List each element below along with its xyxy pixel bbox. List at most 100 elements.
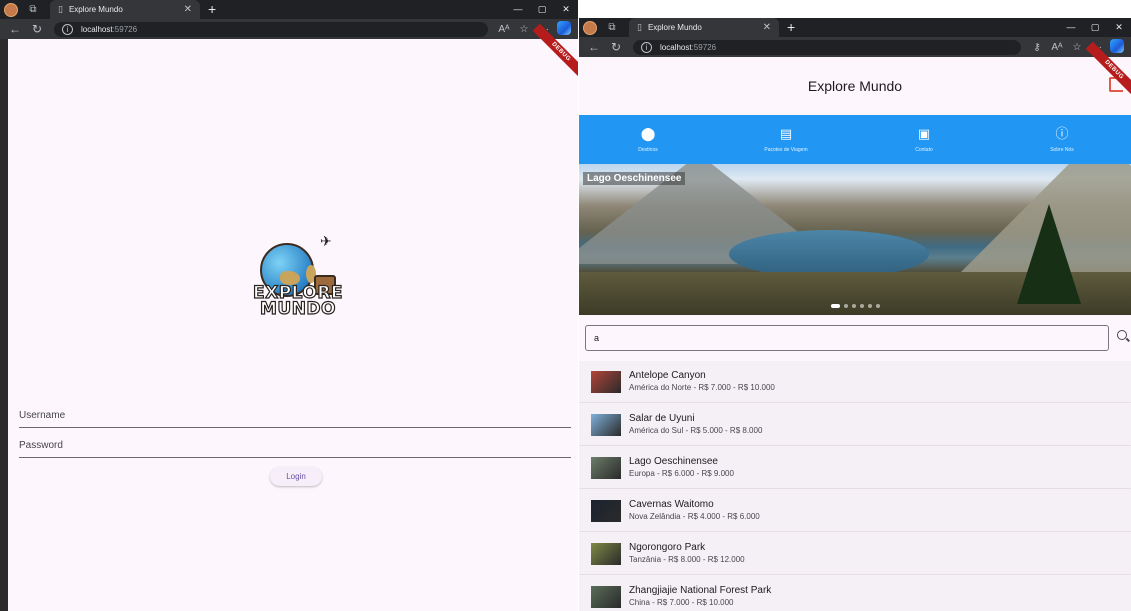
copilot-icon[interactable] xyxy=(554,20,574,38)
list-item[interactable]: Antelope Canyon América do Norte - R$ 7.… xyxy=(579,361,1131,402)
reload-icon[interactable]: ↻ xyxy=(26,22,48,36)
logo-wordmark: EXPLORE MUNDO xyxy=(248,284,348,319)
read-aloud-icon[interactable]: Aᴬ xyxy=(494,24,514,35)
copilot-icon[interactable] xyxy=(1107,38,1127,56)
destination-name: Ngorongoro Park xyxy=(629,542,706,553)
url-port: :59726 xyxy=(112,24,138,34)
list-item[interactable]: Salar de Uyuni América do Sul - R$ 5.000… xyxy=(579,404,1131,445)
nav-sobre-nos[interactable]: ⓘ Sobre Nós xyxy=(993,115,1131,164)
logo-line-2: MUNDO xyxy=(259,299,336,319)
favorite-star-icon[interactable]: ☆ xyxy=(1067,42,1087,53)
browser-tab-strip: ⧉ ▯ Explore Mundo ✕ + — ▢ ✕ xyxy=(579,18,1131,37)
destination-name: Antelope Canyon xyxy=(629,370,706,381)
window-controls: — ▢ ✕ xyxy=(1059,22,1131,33)
search-input[interactable]: a xyxy=(585,325,1109,351)
address-bar[interactable]: i localhost :59726 xyxy=(54,21,488,37)
destination-name: Lago Oeschinensee xyxy=(629,456,718,467)
carousel-dot[interactable] xyxy=(852,304,856,308)
home-screen: Explore Mundo DEBUG ⬤ Destinos ▤ Pacotes… xyxy=(579,41,1131,611)
profile-avatar-icon[interactable] xyxy=(579,18,601,37)
login-button[interactable]: Login xyxy=(270,467,322,486)
destination-thumbnail xyxy=(591,499,621,522)
briefcase-icon: ▤ xyxy=(779,126,793,141)
destination-carousel[interactable]: Lago Oeschinensee xyxy=(579,164,1131,315)
new-tab-button[interactable]: + xyxy=(787,18,795,37)
login-screen: DEBUG ✈ EXPLORE MUNDO Username Password … xyxy=(0,23,578,611)
carousel-dot[interactable] xyxy=(868,304,872,308)
site-info-icon[interactable]: i xyxy=(641,41,652,53)
reload-icon[interactable]: ↻ xyxy=(605,40,627,54)
close-tab-icon[interactable]: ✕ xyxy=(763,22,771,33)
url-host: localhost xyxy=(81,24,113,34)
page-icon: ▯ xyxy=(637,22,642,32)
carousel-dot[interactable] xyxy=(831,304,840,308)
favorite-star-icon[interactable]: ☆ xyxy=(514,24,534,35)
destination-list: Antelope Canyon América do Norte - R$ 7.… xyxy=(579,361,1131,611)
tab-title: Explore Mundo xyxy=(68,5,123,14)
destination-details: América do Sul - R$ 5.000 - R$ 8.000 xyxy=(629,426,763,435)
close-window-icon[interactable]: ✕ xyxy=(1107,22,1131,33)
username-label: Username xyxy=(19,410,66,421)
profile-avatar-icon[interactable] xyxy=(0,0,22,19)
nav-label: Pacotes de Viagem xyxy=(764,147,808,153)
destination-details: América do Norte - R$ 7.000 - R$ 10.000 xyxy=(629,383,775,392)
carousel-dot[interactable] xyxy=(844,304,848,308)
contact-card-icon: ▣ xyxy=(917,126,931,141)
tab-title: Explore Mundo xyxy=(647,23,702,32)
destination-details: Nova Zelândia - R$ 4.000 - R$ 6.000 xyxy=(629,512,760,521)
password-field[interactable]: Password xyxy=(19,431,571,458)
list-item[interactable]: Ngorongoro Park Tanzânia - R$ 8.000 - R$… xyxy=(579,533,1131,574)
carousel-indicator xyxy=(831,304,880,308)
new-tab-button[interactable]: + xyxy=(208,0,216,19)
info-icon: ⓘ xyxy=(1055,126,1069,141)
url-host: localhost xyxy=(660,42,692,52)
search-icon[interactable] xyxy=(1117,330,1127,340)
destination-name: Cavernas Waitomo xyxy=(629,499,714,510)
nav-contato[interactable]: ▣ Contato xyxy=(855,115,993,164)
browser-tab[interactable]: ▯ Explore Mundo ✕ xyxy=(629,18,779,37)
list-item[interactable]: Lago Oeschinensee Europa - R$ 6.000 - R$… xyxy=(579,447,1131,488)
login-browser-window: ⧉ ▯ Explore Mundo ✕ + — ▢ ✕ ← ↻ i localh… xyxy=(0,0,578,611)
carousel-caption: Lago Oeschinensee xyxy=(583,172,686,185)
nav-pacotes-de-viagem[interactable]: ▤ Pacotes de Viagem xyxy=(717,115,855,164)
page-icon: ▯ xyxy=(58,4,63,14)
window-controls: — ▢ ✕ xyxy=(506,4,578,15)
close-window-icon[interactable]: ✕ xyxy=(554,4,578,15)
carousel-dot[interactable] xyxy=(860,304,864,308)
home-browser-window: ⧉ ▯ Explore Mundo ✕ + — ▢ ✕ ← ↻ i localh… xyxy=(579,18,1131,611)
key-icon[interactable]: ⚷ xyxy=(1027,42,1047,53)
explore-mundo-logo: ✈ EXPLORE MUNDO xyxy=(248,231,348,331)
address-toolbar: ← ↻ i localhost :59726 Aᴬ ☆ ··· xyxy=(0,19,578,39)
workspaces-icon[interactable]: ⧉ xyxy=(22,0,44,19)
password-label: Password xyxy=(19,440,63,451)
close-tab-icon[interactable]: ✕ xyxy=(184,4,192,15)
list-item[interactable]: Cavernas Waitomo Nova Zelândia - R$ 4.00… xyxy=(579,490,1131,531)
minimize-icon[interactable]: — xyxy=(1059,22,1083,33)
destination-details: China - R$ 7.000 - R$ 10.000 xyxy=(629,598,734,607)
destination-details: Tanzânia - R$ 8.000 - R$ 12.000 xyxy=(629,555,745,564)
app-title: Explore Mundo xyxy=(807,78,903,94)
address-toolbar: ← ↻ i localhost :59726 ⚷ Aᴬ ☆ ··· xyxy=(579,37,1131,57)
list-item[interactable]: Zhangjiajie National Forest Park China -… xyxy=(579,576,1131,611)
username-field[interactable]: Username xyxy=(19,401,571,428)
minimize-icon[interactable]: — xyxy=(506,4,530,15)
destination-thumbnail xyxy=(591,413,621,436)
destination-name: Zhangjiajie National Forest Park xyxy=(629,585,772,596)
maximize-icon[interactable]: ▢ xyxy=(530,4,554,15)
nav-label: Contato xyxy=(915,147,933,153)
browser-tab[interactable]: ▯ Explore Mundo ✕ xyxy=(50,0,200,19)
address-bar[interactable]: i localhost :59726 xyxy=(633,39,1021,55)
nav-destinos[interactable]: ⬤ Destinos xyxy=(579,115,717,164)
site-info-icon[interactable]: i xyxy=(62,23,73,35)
back-arrow-icon[interactable]: ← xyxy=(4,22,26,36)
read-aloud-icon[interactable]: Aᴬ xyxy=(1047,42,1067,53)
destination-thumbnail xyxy=(591,542,621,565)
back-arrow-icon[interactable]: ← xyxy=(583,40,605,54)
workspaces-icon[interactable]: ⧉ xyxy=(601,18,623,37)
carousel-dot[interactable] xyxy=(876,304,880,308)
search-row: a xyxy=(579,323,1131,353)
nav-label: Destinos xyxy=(638,147,658,153)
nav-label: Sobre Nós xyxy=(1050,147,1074,153)
destination-thumbnail xyxy=(591,585,621,608)
maximize-icon[interactable]: ▢ xyxy=(1083,22,1107,33)
